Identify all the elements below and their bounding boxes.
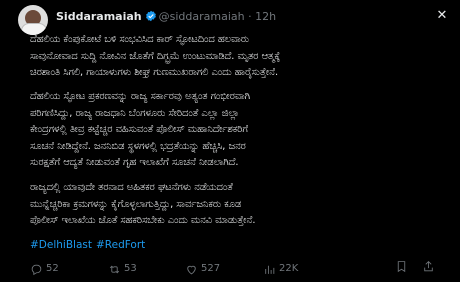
- avatar[interactable]: [18, 5, 48, 35]
- repost-button[interactable]: 53: [108, 260, 137, 278]
- tweet: Siddaramaiah @siddaramaiah · 12h ✕ ದೆಹಲಿಯ…: [0, 0, 460, 282]
- text-line: ಸುರಕ್ಷತೆಗೆ ಆದ್ಯತೆ ನೀಡುವಂತೆ ಗೃಹ ಇಲಾಖೆಗೆ ಸ…: [30, 157, 239, 169]
- action-bar: 52 53 527 22K: [30, 260, 440, 278]
- author-handle[interactable]: @siddaramaiah: [159, 10, 245, 23]
- repost-count: 53: [124, 263, 137, 274]
- close-icon[interactable]: ✕: [434, 8, 450, 24]
- tweet-header: Siddaramaiah @siddaramaiah · 12h: [56, 9, 430, 25]
- tweet-paragraph-1: ದೆಹಲಿಯ ಕೆಂಪುಕೋಟೆ ಬಳಿ ಸಂಭವಿಸಿದ ಕಾರ್ ಸ್ಫೋಟ…: [30, 32, 450, 82]
- timestamp[interactable]: 12h: [255, 10, 276, 23]
- share-icon: [424, 261, 433, 272]
- views-count: 22K: [279, 263, 299, 274]
- tweet-paragraph-3: ರಾಜ್ಯದಲ್ಲಿ ಯಾವುದೇ ತರನಾದ ಅಹಿತಕರ ಘಟನೆಗಳು ನ…: [30, 180, 450, 230]
- text-line: ಚಿರಶಾಂತಿ ಸಿಗಲಿ, ಗಾಯಾಳುಗಳು ಶೀಘ್ರ ಗುಣಮುಖರಾ…: [30, 67, 279, 79]
- views-button[interactable]: 22K: [263, 260, 298, 278]
- reply-count: 52: [46, 263, 59, 274]
- reply-icon: [31, 264, 42, 275]
- text-line: ಮುನ್ನೆಚ್ಚರಿಕಾ ಕ್ರಮಗಳನ್ನು ಕೈಗೊಳ್ಳಲಾಗುತ್ತಿ…: [30, 198, 242, 210]
- views-icon: [265, 265, 275, 274]
- hashtag-link[interactable]: #RedFort: [96, 239, 145, 251]
- text-line: ದೆಹಲಿಯ ಕೆಂಪುಕೋಟೆ ಬಳಿ ಸಂಭವಿಸಿದ ಕಾರ್ ಸ್ಫೋಟ…: [30, 34, 250, 45]
- author-name[interactable]: Siddaramaiah: [56, 10, 142, 23]
- text-line: ಪೊಲೀಸ್ ಇಲಾಖೆಯ ಜೊತೆ ಸಹಕರಿಸಬೇಕು ಎಂದು ಮನವಿ …: [30, 215, 256, 227]
- text-line: ಕೇಂದ್ರಗಳಲ್ಲಿ ತೀವ್ರ ಕಟ್ಟೆಚ್ಚರ ವಹಿಸುವಂತೆ ಪ…: [30, 124, 249, 136]
- share-button[interactable]: [422, 260, 435, 273]
- hashtag-link[interactable]: #DelhiBlast: [30, 239, 92, 251]
- separator-dot: ·: [248, 10, 252, 23]
- text-line: ಸೂಚನೆ ನೀಡಿದ್ದೇನೆ. ಜನನಿಬಿಡ ಸ್ಥಳಗಳಲ್ಲಿ ಭದ್…: [30, 140, 246, 152]
- text-line: ದೆಹಲಿಯ ಸ್ಫೋಟ ಪ್ರಕರಣವನ್ನು ರಾಜ್ಯ ಸರ್ಕಾರವು …: [30, 91, 250, 102]
- repost-icon: [109, 265, 120, 273]
- reply-button[interactable]: 52: [30, 260, 59, 278]
- text-line: ರಾಜ್ಯದಲ್ಲಿ ಯಾವುದೇ ತರನಾದ ಅಹಿತಕರ ಘಟನೆಗಳು ನ…: [30, 182, 233, 193]
- text-line: ಸಾವುನೋವಾದ ಸುದ್ದಿ ನೋವಿನ ಜೊತೆಗೆ ದಿಗ್ಭ್ರಮೆ …: [30, 50, 281, 62]
- bookmark-button[interactable]: [395, 260, 408, 273]
- like-count: 527: [201, 263, 221, 274]
- text-line: ಪರಿಗಣಿಸಿದ್ದು, ರಾಜ್ಯ ರಾಜಧಾನಿ ಬೆಂಗಳೂರು ಸೇರ…: [30, 107, 240, 119]
- verified-badge-icon: [145, 10, 157, 27]
- tweet-paragraph-2: ದೆಹಲಿಯ ಸ್ಫೋಟ ಪ್ರಕರಣವನ್ನು ರಾಜ್ಯ ಸರ್ಕಾರವು …: [30, 89, 450, 172]
- bookmark-icon: [397, 261, 406, 273]
- heart-icon: [187, 265, 196, 274]
- hashtags: #DelhiBlast #RedFort: [30, 238, 149, 252]
- like-button[interactable]: 527: [185, 260, 220, 278]
